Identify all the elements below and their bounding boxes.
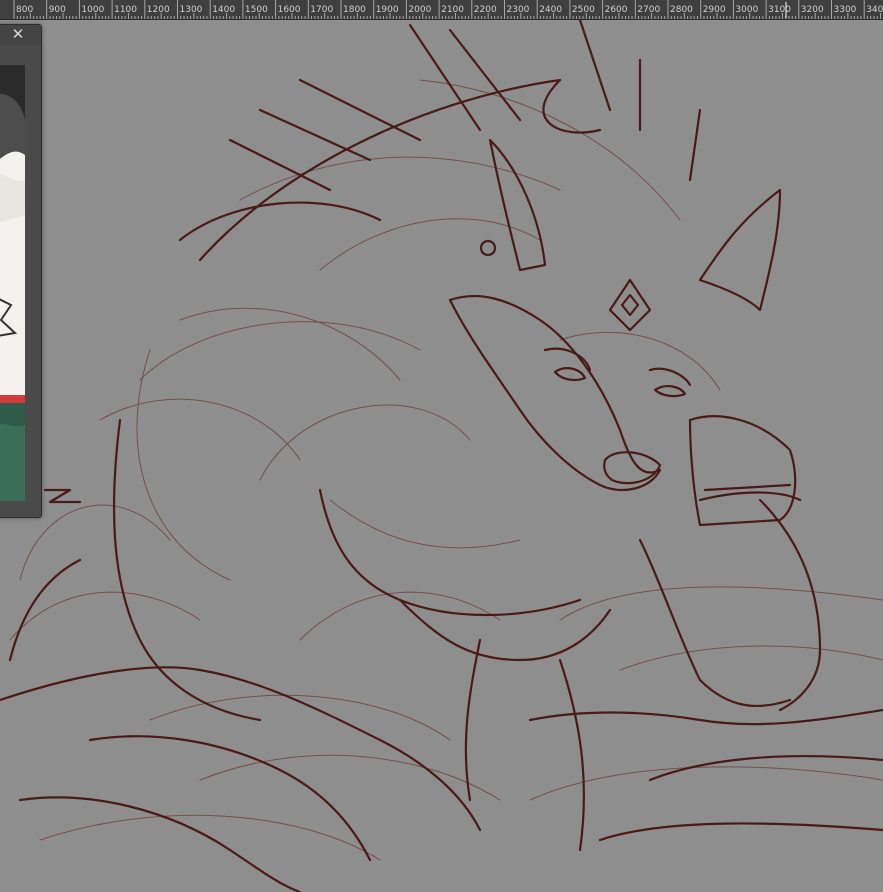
ruler-label: 1100	[114, 5, 137, 15]
ruler-label: 2400	[539, 5, 563, 15]
ruler-label: 3000	[735, 5, 759, 15]
ruler-label: 3300	[833, 5, 857, 15]
ruler-label: 2100	[441, 5, 464, 15]
left-ear	[488, 138, 547, 272]
reference-image-panel[interactable]: ✕	[0, 24, 42, 518]
ruler-label: 2900	[702, 5, 726, 15]
reference-thumbnail	[0, 65, 25, 501]
ruler-label: 1400	[212, 5, 236, 15]
ear-ring	[479, 239, 497, 257]
fur-tuft	[43, 488, 82, 504]
ruler-label: 900	[48, 5, 66, 15]
eyes	[553, 367, 687, 398]
ruler-label: 2300	[506, 5, 530, 15]
rough-sketch-lines	[9, 79, 883, 861]
drawing-canvas[interactable]	[0, 20, 883, 892]
ruler-label: 2000	[408, 5, 432, 15]
reference-image	[0, 65, 25, 501]
drawing-app: 800 900 1000 1100 1200 1300 1400 1500 1600 1700 18…	[0, 0, 883, 892]
forehead-mark	[608, 278, 652, 332]
reference-panel-titlebar[interactable]: ✕	[0, 25, 41, 45]
ruler-label: 3100	[768, 5, 791, 15]
ruler-label: 2200	[473, 5, 497, 15]
forearm	[758, 498, 822, 712]
ruler-label: 2800	[670, 5, 693, 15]
ruler-label: 1800	[343, 5, 366, 15]
ruler-label: 1500	[244, 5, 268, 15]
ruler-label: 800	[16, 5, 34, 15]
ruler-label: 3200	[800, 5, 824, 15]
ruler-label: 1000	[81, 5, 105, 15]
close-icon[interactable]: ✕	[9, 26, 27, 44]
horizontal-ruler[interactable]: 800 900 1000 1100 1200 1300 1400 1500 1600 1700 18…	[0, 0, 883, 20]
ruler-label: 1700	[310, 5, 334, 15]
leg-contour	[0, 666, 482, 832]
ruler-label: 2500	[571, 5, 595, 15]
ruler-label: 1900	[375, 5, 399, 15]
sketch-artwork	[0, 20, 883, 892]
ruler-label: 1200	[146, 5, 170, 15]
ruler-label: 1600	[277, 5, 301, 15]
character-line-art	[0, 20, 883, 892]
ruler-label: 1300	[179, 5, 203, 15]
left-arm-contour	[112, 418, 262, 722]
ruler-label: 2700	[637, 5, 661, 15]
ruler-label: 340	[866, 5, 883, 15]
wrist-cuff	[688, 415, 797, 527]
ruler-label: 2600	[604, 5, 628, 15]
chest-contour	[318, 488, 582, 617]
right-ear	[698, 188, 782, 312]
muzzle	[448, 295, 662, 492]
